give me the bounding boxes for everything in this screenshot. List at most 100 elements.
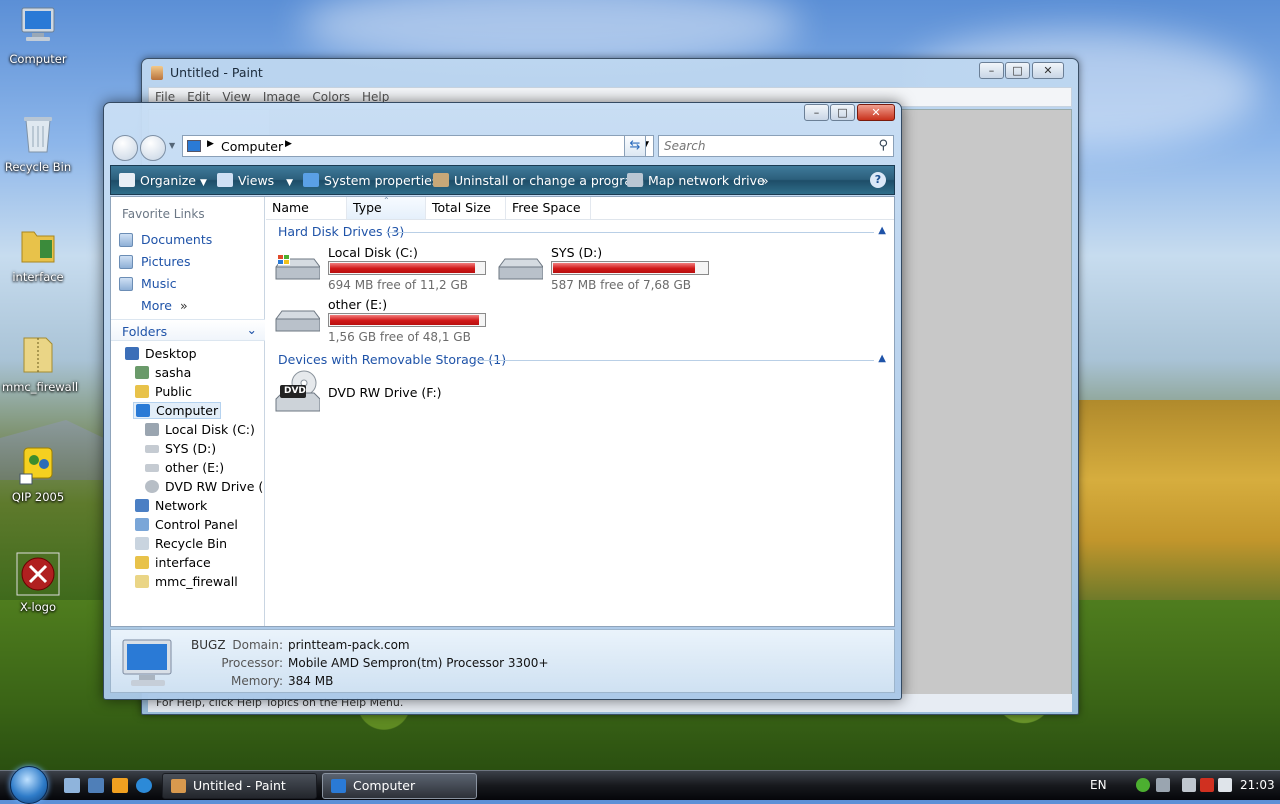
paint-maximize-button[interactable]: □ bbox=[1005, 62, 1030, 79]
chevron-down-icon[interactable]: ⌄ bbox=[247, 322, 257, 337]
tree-item-recycle-bin[interactable]: Recycle Bin bbox=[135, 536, 227, 551]
memory-value: 384 MB bbox=[288, 674, 334, 688]
drive-name: SYS (D:) bbox=[551, 245, 603, 260]
desktop-icon-label: interface bbox=[12, 270, 64, 284]
uninstall-program-button[interactable]: Uninstall or change a program bbox=[433, 173, 644, 188]
desktop-icon-x-logo[interactable]: X-logo bbox=[2, 552, 74, 614]
desktop-icon-interface[interactable]: interface bbox=[2, 222, 74, 284]
tray-app-icon[interactable] bbox=[1156, 778, 1170, 792]
maximize-button[interactable]: □ bbox=[830, 104, 855, 121]
organize-button[interactable]: Organize ▼ bbox=[119, 173, 207, 188]
paint-window-title: Untitled - Paint bbox=[170, 65, 263, 80]
desktop-icon-qip[interactable]: QIP 2005 bbox=[2, 442, 74, 504]
drive-icon bbox=[275, 310, 320, 332]
tree-label: Control Panel bbox=[155, 517, 238, 532]
column-name[interactable]: Name bbox=[266, 197, 347, 219]
internet-explorer-icon[interactable] bbox=[136, 778, 152, 793]
paint-minimize-button[interactable]: – bbox=[979, 62, 1004, 79]
search-input[interactable] bbox=[659, 136, 859, 156]
explorer-window[interactable]: – □ ✕ ▼ ▶ Computer ▶ ▼ ⇆ ⚲ Organize ▼ Vi… bbox=[103, 102, 902, 700]
tree-item-dvd-f[interactable]: DVD RW Drive (F: bbox=[145, 479, 263, 494]
forward-button[interactable] bbox=[140, 135, 166, 161]
close-button[interactable]: ✕ bbox=[857, 104, 895, 121]
recent-pages-icon[interactable]: ▼ bbox=[169, 141, 175, 150]
recycle-bin-icon bbox=[135, 537, 149, 550]
dvd-drive-icon bbox=[145, 480, 159, 493]
media-player-icon[interactable] bbox=[112, 778, 128, 793]
views-button[interactable]: Views ▼ bbox=[217, 173, 293, 188]
messenger-tray-icon[interactable] bbox=[1136, 778, 1150, 792]
safely-remove-icon[interactable] bbox=[1182, 778, 1196, 792]
collapse-icon[interactable]: ▲ bbox=[878, 353, 886, 364]
folder-icon bbox=[16, 222, 60, 266]
tree-item-desktop[interactable]: Desktop bbox=[125, 346, 197, 361]
language-indicator[interactable]: EN bbox=[1090, 778, 1107, 792]
search-icon[interactable]: ⚲ bbox=[878, 138, 888, 153]
system-properties-button[interactable]: System properties bbox=[303, 173, 438, 188]
tree-item-other-e[interactable]: other (E:) bbox=[145, 460, 224, 475]
minimize-button[interactable]: – bbox=[804, 104, 829, 121]
tree-label: other (E:) bbox=[165, 460, 225, 475]
system-drive-icon bbox=[275, 255, 320, 280]
tree-item-public[interactable]: Public bbox=[135, 384, 192, 399]
tree-item-network[interactable]: Network bbox=[135, 498, 207, 513]
recycle-bin-icon bbox=[16, 112, 60, 156]
desktop-icon-computer[interactable]: Computer bbox=[2, 4, 74, 66]
paint-app-icon bbox=[151, 66, 163, 80]
tree-item-sasha[interactable]: sasha bbox=[135, 365, 191, 380]
switch-windows-icon[interactable] bbox=[88, 778, 104, 793]
start-button[interactable] bbox=[10, 766, 48, 804]
tree-item-control-panel[interactable]: Control Panel bbox=[135, 517, 238, 532]
computer-icon bbox=[16, 4, 60, 48]
taskbar-button-paint[interactable]: Untitled - Paint bbox=[162, 773, 317, 799]
map-network-drive-button[interactable]: Map network drive bbox=[627, 173, 765, 188]
command-bar: Organize ▼ Views ▼ System properties Uni… bbox=[110, 165, 895, 195]
x-logo-icon bbox=[16, 552, 60, 596]
network-status-icon[interactable] bbox=[1200, 778, 1214, 792]
column-total-size[interactable]: Total Size bbox=[426, 197, 506, 219]
collapse-icon[interactable]: ▲ bbox=[878, 225, 886, 236]
search-box[interactable]: ⚲ bbox=[658, 135, 894, 157]
views-icon bbox=[217, 173, 233, 187]
breadcrumb-computer[interactable]: Computer bbox=[221, 139, 283, 154]
column-type[interactable]: Type ⌃ bbox=[347, 196, 426, 219]
volume-icon[interactable] bbox=[1218, 778, 1232, 792]
column-free-space[interactable]: Free Space bbox=[506, 197, 591, 219]
content-pane[interactable]: Name Type ⌃ Total Size Free Space Hard Di… bbox=[266, 196, 894, 626]
taskbar-button-computer[interactable]: Computer bbox=[322, 773, 477, 799]
nav-link-documents[interactable]: Documents bbox=[141, 232, 212, 247]
drive-dvd-f[interactable]: DVD DVD RW Drive (F:) bbox=[274, 369, 494, 421]
nav-link-music[interactable]: Music bbox=[141, 276, 177, 291]
paint-close-button[interactable]: ✕ bbox=[1032, 62, 1064, 79]
background-field bbox=[1070, 400, 1280, 600]
back-button[interactable] bbox=[112, 135, 138, 161]
drive-sys-d[interactable]: SYS (D:) 587 MB free of 7,68 GB bbox=[497, 245, 717, 295]
breadcrumb-arrow-icon[interactable]: ▶ bbox=[285, 139, 292, 149]
tree-item-mmc-firewall[interactable]: mmc_firewall bbox=[135, 574, 238, 589]
breadcrumb-arrow-icon[interactable]: ▶ bbox=[207, 139, 214, 149]
folders-header[interactable]: Folders ⌄ bbox=[111, 319, 265, 341]
tree-item-interface[interactable]: interface bbox=[135, 555, 211, 570]
desktop-icon-recycle-bin[interactable]: Recycle Bin bbox=[2, 112, 74, 174]
refresh-button[interactable]: ⇆ bbox=[624, 135, 646, 157]
music-icon bbox=[119, 277, 133, 291]
drive-other-e[interactable]: other (E:) 1,56 GB free of 48,1 GB bbox=[274, 297, 494, 347]
network-icon bbox=[135, 499, 149, 512]
show-desktop-icon[interactable] bbox=[64, 778, 80, 793]
address-bar[interactable]: ▶ Computer ▶ ▼ bbox=[182, 135, 654, 157]
help-icon[interactable]: ? bbox=[870, 172, 886, 188]
nav-link-more[interactable]: More » bbox=[141, 298, 188, 313]
desktop-icon-mmc-firewall[interactable]: mmc_firewall bbox=[2, 332, 78, 394]
tree-item-computer[interactable]: Computer bbox=[133, 402, 222, 419]
tree-item-local-disk-c[interactable]: Local Disk (C:) bbox=[145, 422, 255, 437]
address-row: ▼ ▶ Computer ▶ ▼ ⇆ ⚲ bbox=[110, 131, 895, 161]
drive-free-space: 587 MB free of 7,68 GB bbox=[551, 278, 692, 292]
usage-bar bbox=[328, 313, 486, 327]
toolbar-more-button[interactable]: » bbox=[761, 173, 769, 188]
tree-item-sys-d[interactable]: SYS (D:) bbox=[145, 441, 216, 456]
clock[interactable]: 21:03 bbox=[1240, 778, 1275, 792]
nav-link-pictures[interactable]: Pictures bbox=[141, 254, 191, 269]
column-headers: Name Type ⌃ Total Size Free Space bbox=[266, 196, 894, 220]
group-removable-storage[interactable]: Devices with Removable Storage (1) bbox=[278, 352, 506, 367]
drive-local-disk-c[interactable]: Local Disk (C:) 694 MB free of 11,2 GB bbox=[274, 245, 494, 295]
